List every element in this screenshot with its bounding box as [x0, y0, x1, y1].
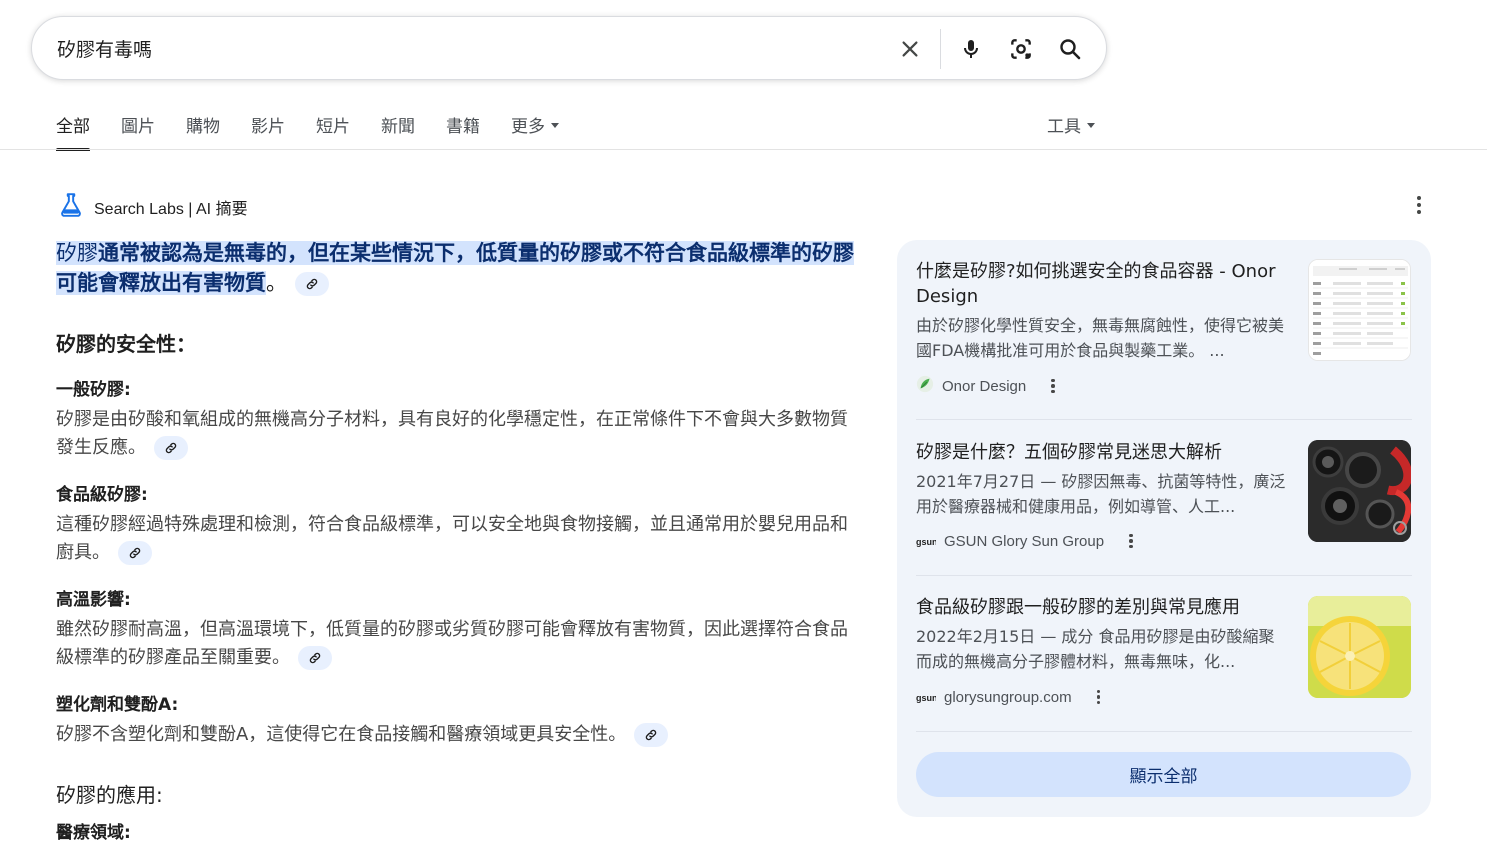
source-thumbnail: [1308, 259, 1411, 361]
item-body-text: 矽膠不含塑化劑和雙酚A，這使得它在食品接觸和醫療領域更具安全性。: [56, 724, 627, 745]
search-bar: [31, 16, 1107, 80]
svg-text:gsun: gsun: [916, 537, 936, 547]
ai-lead-paragraph: 矽膠通常被認為是無毒的，但在某些情況下，低質量的矽膠或不符合食品級標準的矽膠可能…: [56, 238, 856, 298]
source-snippet: 2022年2月15日 — 成分 食品用矽膠是由矽酸縮聚而成的無機高分子膠體材料，…: [916, 627, 1275, 671]
source-meta: gsun GSUN Glory Sun Group: [916, 531, 1138, 551]
link-icon: [306, 278, 318, 290]
source-divider: [916, 575, 1412, 576]
tabs-divider: [0, 149, 1487, 150]
lemon-thumbnail-icon: [1308, 596, 1411, 698]
source-options-icon[interactable]: [1124, 531, 1138, 551]
item-body: 雖然矽膠耐高溫，但高溫環境下，低質量的矽膠或劣質矽膠可能會釋放有害物質，因此選擇…: [56, 616, 856, 672]
item-title: 高溫影響:: [56, 590, 131, 610]
search-input[interactable]: [57, 34, 877, 62]
tab-label: 圖片: [121, 117, 155, 137]
source-meta: Onor Design: [916, 375, 1060, 397]
tab-videos[interactable]: 影片: [251, 112, 285, 150]
item-body: 矽膠不含塑化劑和雙酚A，這使得它在食品接觸和醫療領域更具安全性。: [56, 721, 856, 749]
gsun-favicon-icon: gsun: [916, 688, 938, 707]
source-options-icon[interactable]: [1046, 376, 1060, 396]
onor-design-favicon-icon: [916, 375, 934, 397]
close-icon[interactable]: [894, 33, 926, 65]
source-divider: [916, 419, 1412, 420]
svg-text:gsun: gsun: [916, 693, 936, 703]
source-site-name: GSUN Glory Sun Group: [944, 532, 1105, 550]
tab-label: 短片: [316, 117, 350, 137]
tab-label: 新聞: [381, 117, 415, 137]
source-options-icon[interactable]: [1092, 687, 1106, 707]
comparison-table-thumbnail-icon: [1309, 260, 1410, 360]
source-divider: [916, 731, 1412, 732]
gsun-favicon-icon: gsun: [916, 532, 938, 551]
tab-label: 影片: [251, 117, 285, 137]
lead-subject: 矽膠: [56, 241, 98, 265]
source-thumbnail: [1308, 440, 1411, 542]
tools-button[interactable]: 工具: [1047, 112, 1095, 137]
source-snippet: 由於矽膠化學性質安全，無毒無腐蝕性，使得它被美國FDA機構批准可用於食品與製藥工…: [916, 316, 1285, 360]
mic-icon[interactable]: [955, 33, 987, 65]
tab-all[interactable]: 全部: [56, 112, 90, 151]
show-all-button[interactable]: 顯示全部: [916, 752, 1411, 797]
source-meta: gsun glorysungroup.com: [916, 687, 1106, 707]
tab-shopping[interactable]: 購物: [186, 112, 220, 150]
item-title: 一般矽膠:: [56, 380, 131, 400]
tab-label: 購物: [186, 117, 220, 137]
lead-highlight: 通常被認為是無毒的，但在某些情況下，低質量的矽膠或不符合食品級標準的矽膠可能會釋…: [56, 241, 854, 295]
item-body-text: 這種矽膠經過特殊處理和檢測，符合食品級標準，可以安全地與食物接觸，並且通常用於嬰…: [56, 514, 848, 563]
item-body-text: 雖然矽膠耐高溫，但高溫環境下，低質量的矽膠或劣質矽膠可能會釋放有害物質，因此選擇…: [56, 619, 848, 668]
sources-panel: 什麼是矽膠?如何挑選安全的食品容器 - Onor Design 由於矽膠化學性質…: [897, 240, 1431, 817]
source-title[interactable]: 食品級矽膠跟一般矽膠的差別與常見應用: [916, 595, 1276, 620]
source-link-button[interactable]: [634, 723, 669, 747]
source-link-button[interactable]: [298, 646, 332, 670]
item-title: 塑化劑和雙酚A:: [56, 695, 179, 715]
source-link-button[interactable]: [295, 272, 329, 296]
section-heading-applications: 矽膠的應用:: [56, 783, 163, 807]
tab-label: 全部: [56, 117, 90, 137]
source-link-button[interactable]: [118, 541, 152, 565]
source-snippet: 2021年7月27日 — 矽膠因無毒、抗菌等特性，廣泛用於醫療器械和健康用品，例…: [916, 472, 1286, 516]
source-site-name: glorysungroup.com: [944, 688, 1072, 706]
more-options-icon[interactable]: [1408, 194, 1430, 216]
ai-overview-header: Search Labs | AI 摘要: [58, 192, 248, 222]
tab-shorts[interactable]: 短片: [316, 112, 350, 150]
tab-books[interactable]: 書籍: [446, 112, 480, 150]
camera-lens-icon[interactable]: [1005, 33, 1037, 65]
source-link-button[interactable]: [154, 436, 188, 460]
link-icon: [646, 729, 657, 741]
silicone-parts-thumbnail-icon: [1308, 440, 1411, 542]
ai-overview-title: Search Labs | AI 摘要: [94, 201, 248, 218]
tab-more[interactable]: 更多: [511, 112, 559, 150]
caret-down-icon: [1087, 122, 1095, 128]
source-title[interactable]: 什麼是矽膠?如何挑選安全的食品容器 - Onor Design: [916, 259, 1276, 309]
tools-label: 工具: [1047, 117, 1081, 137]
section-heading-safety: 矽膠的安全性：: [56, 332, 196, 356]
tab-label: 書籍: [446, 117, 480, 137]
search-divider: [940, 29, 941, 69]
search-tabs: 全部 圖片 購物 影片 短片 新聞 書籍 更多: [56, 112, 590, 151]
link-icon: [165, 442, 177, 454]
tab-images[interactable]: 圖片: [121, 112, 155, 150]
search-icon[interactable]: [1054, 33, 1086, 65]
source-thumbnail: [1308, 596, 1411, 698]
link-icon: [309, 652, 321, 664]
item-title: 醫療領域:: [56, 823, 131, 843]
item-title: 食品級矽膠:: [56, 485, 148, 505]
lead-suffix: 。: [266, 271, 287, 295]
ai-overview-content: 矽膠通常被認為是無毒的，但在某些情況下，低質量的矽膠或不符合食品級標準的矽膠可能…: [56, 238, 856, 843]
source-site-name: Onor Design: [942, 377, 1027, 395]
tab-label: 更多: [511, 117, 545, 137]
caret-down-icon: [551, 122, 559, 128]
source-title[interactable]: 矽膠是什麼？五個矽膠常見迷思大解析: [916, 440, 1276, 465]
tab-news[interactable]: 新聞: [381, 112, 415, 150]
item-body: 矽膠是由矽酸和氧組成的無機高分子材料，具有良好的化學穩定性，在正常條件下不會與大…: [56, 406, 856, 462]
item-body: 這種矽膠經過特殊處理和檢測，符合食品級標準，可以安全地與食物接觸，並且通常用於嬰…: [56, 511, 856, 567]
link-icon: [129, 547, 141, 559]
flask-icon: [58, 192, 84, 222]
